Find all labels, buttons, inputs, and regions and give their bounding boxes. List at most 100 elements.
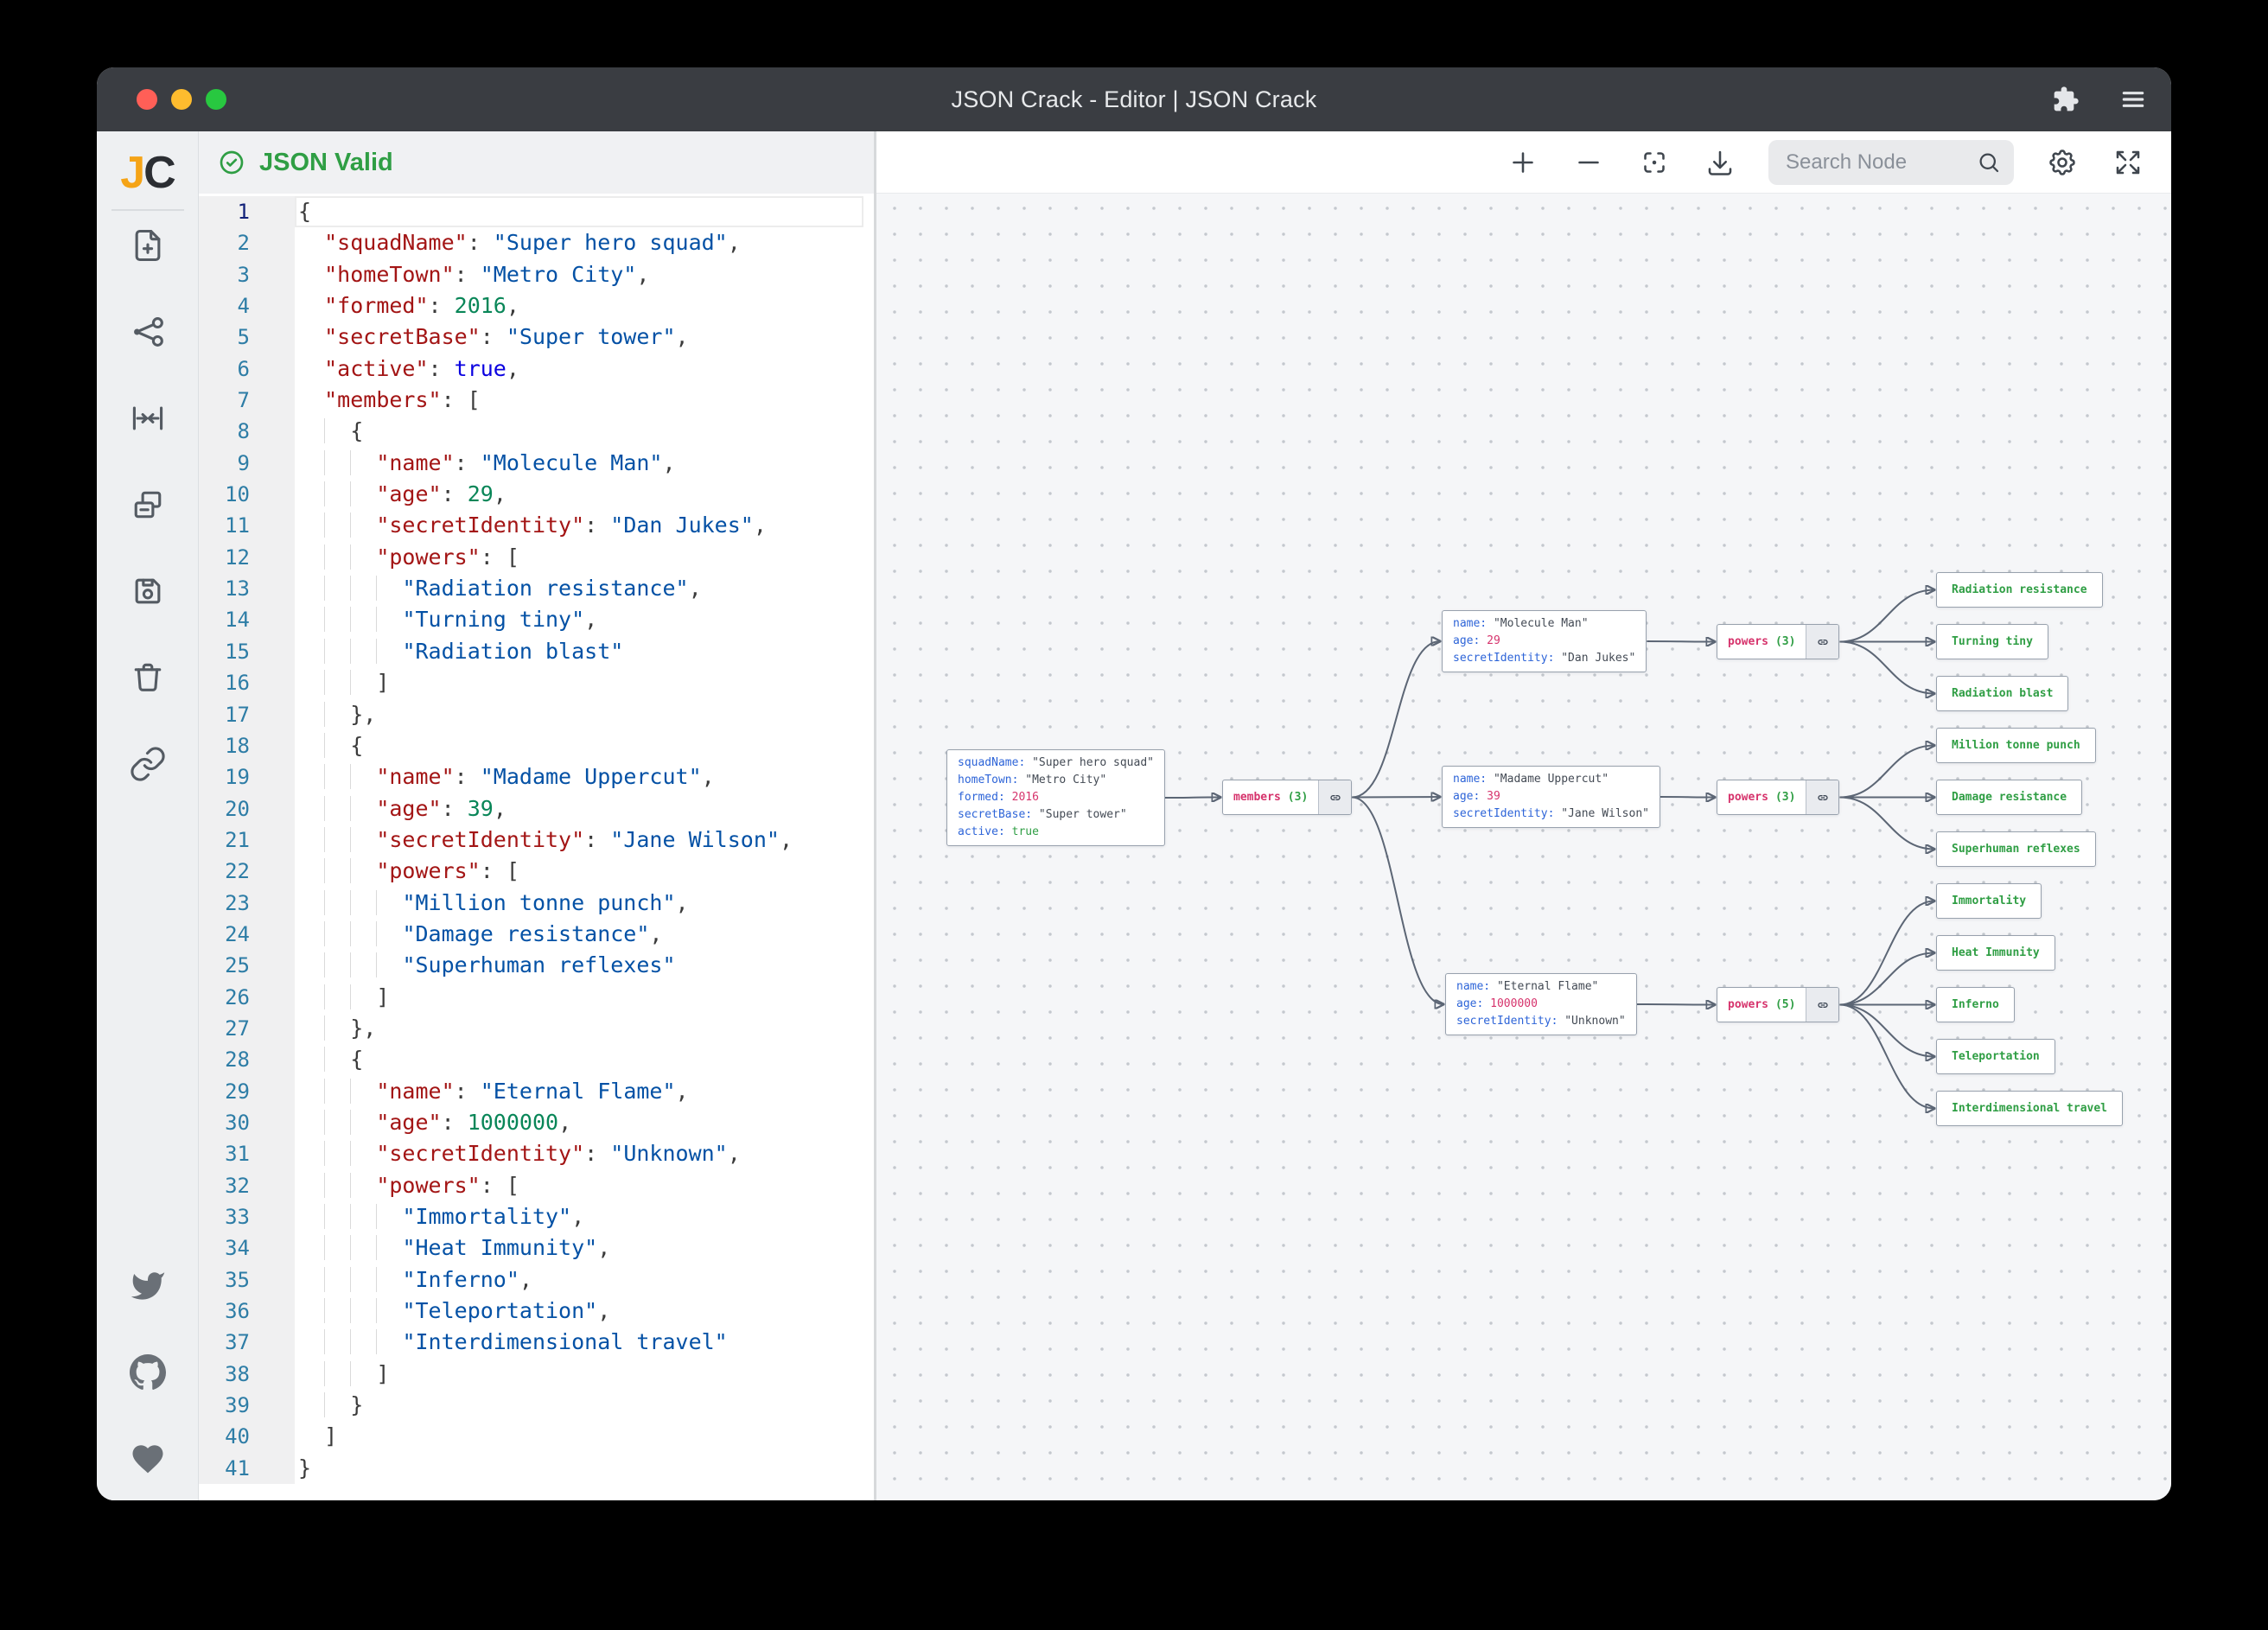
expand-collapse-toggle[interactable] xyxy=(1806,625,1838,659)
minus-icon xyxy=(1573,147,1604,178)
graph-node-powers-0[interactable]: powers(3) xyxy=(1717,624,1839,659)
code-line: 22 "powers": [ xyxy=(199,856,874,887)
visualize-graph-button[interactable] xyxy=(129,313,167,351)
graph-node-member-2[interactable]: name: "Eternal Flame"age: 1000000secretI… xyxy=(1445,973,1637,1035)
menu-icon[interactable] xyxy=(2119,86,2147,113)
line-number: 34 xyxy=(199,1232,295,1264)
settings-button[interactable] xyxy=(2045,145,2080,180)
close-window-button[interactable] xyxy=(137,89,157,110)
array-node-label: powers(3) xyxy=(1717,780,1806,814)
line-number: 15 xyxy=(199,636,295,667)
fullscreen-button[interactable] xyxy=(2111,145,2145,180)
node-row: age: 1000000 xyxy=(1456,996,1626,1013)
delete-button[interactable] xyxy=(129,659,167,697)
chain-link-icon xyxy=(1816,791,1830,805)
graph-node-leaf-2-1[interactable]: Heat Immunity xyxy=(1936,935,2055,971)
save-button[interactable] xyxy=(129,572,167,610)
line-number: 17 xyxy=(199,699,295,730)
code-line: 30 "age": 1000000, xyxy=(199,1107,874,1138)
graph-node-leaf-2-4[interactable]: Interdimensional travel xyxy=(1936,1091,2123,1126)
graph-node-member-0[interactable]: name: "Molecule Man"age: 29secretIdentit… xyxy=(1442,610,1647,672)
graph-node-powers-1[interactable]: powers(3) xyxy=(1717,780,1839,815)
code-line: 10 "age": 29, xyxy=(199,479,874,510)
code-line: 36 "Teleportation", xyxy=(199,1296,874,1327)
graph-node-leaf-2-2[interactable]: Inferno xyxy=(1936,987,2015,1022)
code-line: 6 "active": true, xyxy=(199,353,874,385)
expand-collapse-toggle[interactable] xyxy=(1806,988,1838,1022)
graph-canvas[interactable]: squadName: "Super hero squad"homeTown: "… xyxy=(876,194,2171,1500)
code-line: 17 }, xyxy=(199,699,874,730)
code-line: 11 "secretIdentity": "Dan Jukes", xyxy=(199,510,874,541)
graph-node-leaf-0-2[interactable]: Radiation blast xyxy=(1936,676,2068,711)
graph-node-root[interactable]: squadName: "Super hero squad"homeTown: "… xyxy=(946,749,1165,846)
code-line: 16 ] xyxy=(199,667,874,698)
line-number: 2 xyxy=(199,227,295,258)
github-button[interactable] xyxy=(129,1353,167,1391)
line-number: 7 xyxy=(199,385,295,416)
search-icon[interactable] xyxy=(1976,150,2002,180)
minimize-window-button[interactable] xyxy=(171,89,192,110)
code-line: 3 "homeTown": "Metro City", xyxy=(199,259,874,290)
json-editor-pane: JSON Valid 1{2 "squadName": "Super hero … xyxy=(199,131,874,1500)
link-icon xyxy=(129,745,167,783)
line-number: 11 xyxy=(199,510,295,541)
graph-node-leaf-2-3[interactable]: Teleportation xyxy=(1936,1039,2055,1074)
zoom-in-button[interactable] xyxy=(1506,145,1540,180)
download-icon xyxy=(1704,147,1736,178)
zoom-out-button[interactable] xyxy=(1571,145,1606,180)
graph-node-leaf-1-0[interactable]: Million tonne punch xyxy=(1936,728,2096,763)
new-document-button[interactable] xyxy=(129,226,167,264)
expand-collapse-toggle[interactable] xyxy=(1806,780,1838,814)
expand-collapse-toggle[interactable] xyxy=(1318,780,1351,814)
line-number: 8 xyxy=(199,416,295,447)
node-row: age: 39 xyxy=(1453,788,1649,805)
copy-button[interactable] xyxy=(129,486,167,524)
line-number: 5 xyxy=(199,322,295,353)
line-number: 36 xyxy=(199,1296,295,1327)
twitter-icon xyxy=(130,1268,166,1304)
code-line: 32 "powers": [ xyxy=(199,1170,874,1201)
graph-node-leaf-0-1[interactable]: Turning tiny xyxy=(1936,624,2048,659)
code-line: 40 ] xyxy=(199,1421,874,1452)
graph-node-powers-2[interactable]: powers(5) xyxy=(1717,987,1839,1022)
center-view-button[interactable] xyxy=(129,399,167,437)
graph-toolbar xyxy=(876,131,2171,194)
line-number: 38 xyxy=(199,1359,295,1390)
node-row: name: "Molecule Man" xyxy=(1453,615,1635,633)
extension-icon[interactable] xyxy=(2052,86,2080,113)
zoom-window-button[interactable] xyxy=(206,89,226,110)
app-logo[interactable]: JC xyxy=(120,150,174,209)
file-plus-icon xyxy=(129,226,167,264)
array-node-label: powers(5) xyxy=(1717,988,1806,1022)
node-row: name: "Eternal Flame" xyxy=(1456,978,1626,996)
heart-icon xyxy=(130,1441,166,1477)
line-number: 1 xyxy=(199,196,295,227)
line-number: 19 xyxy=(199,761,295,793)
code-line: 9 "name": "Molecule Man", xyxy=(199,448,874,479)
code-line: 4 "formed": 2016, xyxy=(199,290,874,322)
line-number: 10 xyxy=(199,479,295,510)
app-window: JSON Crack - Editor | JSON Crack JC xyxy=(97,67,2171,1500)
node-row: active: true xyxy=(958,824,1154,841)
twitter-button[interactable] xyxy=(129,1267,167,1305)
share-link-button[interactable] xyxy=(129,745,167,783)
graph-node-leaf-0-0[interactable]: Radiation resistance xyxy=(1936,572,2103,608)
graph-node-leaf-1-2[interactable]: Superhuman reflexes xyxy=(1936,831,2096,867)
graph-node-members[interactable]: members(3) xyxy=(1222,780,1352,815)
graph-node-leaf-1-1[interactable]: Damage resistance xyxy=(1936,780,2082,815)
focus-icon xyxy=(1639,147,1670,178)
code-line: 21 "secretIdentity": "Jane Wilson", xyxy=(199,825,874,856)
code-line: 33 "Immortality", xyxy=(199,1201,874,1232)
sponsor-button[interactable] xyxy=(129,1440,167,1478)
line-number: 3 xyxy=(199,259,295,290)
code-line: 39 } xyxy=(199,1390,874,1421)
download-image-button[interactable] xyxy=(1703,145,1737,180)
graph-node-leaf-2-0[interactable]: Immortality xyxy=(1936,883,2042,919)
line-number: 6 xyxy=(199,353,295,385)
code-line: 28 { xyxy=(199,1044,874,1075)
graph-node-member-1[interactable]: name: "Madame Uppercut"age: 39secretIden… xyxy=(1442,766,1660,828)
code-line: 31 "secretIdentity": "Unknown", xyxy=(199,1138,874,1169)
code-editor[interactable]: 1{2 "squadName": "Super hero squad",3 "h… xyxy=(199,194,874,1500)
focus-node-button[interactable] xyxy=(1637,145,1672,180)
code-line: 7 "members": [ xyxy=(199,385,874,416)
